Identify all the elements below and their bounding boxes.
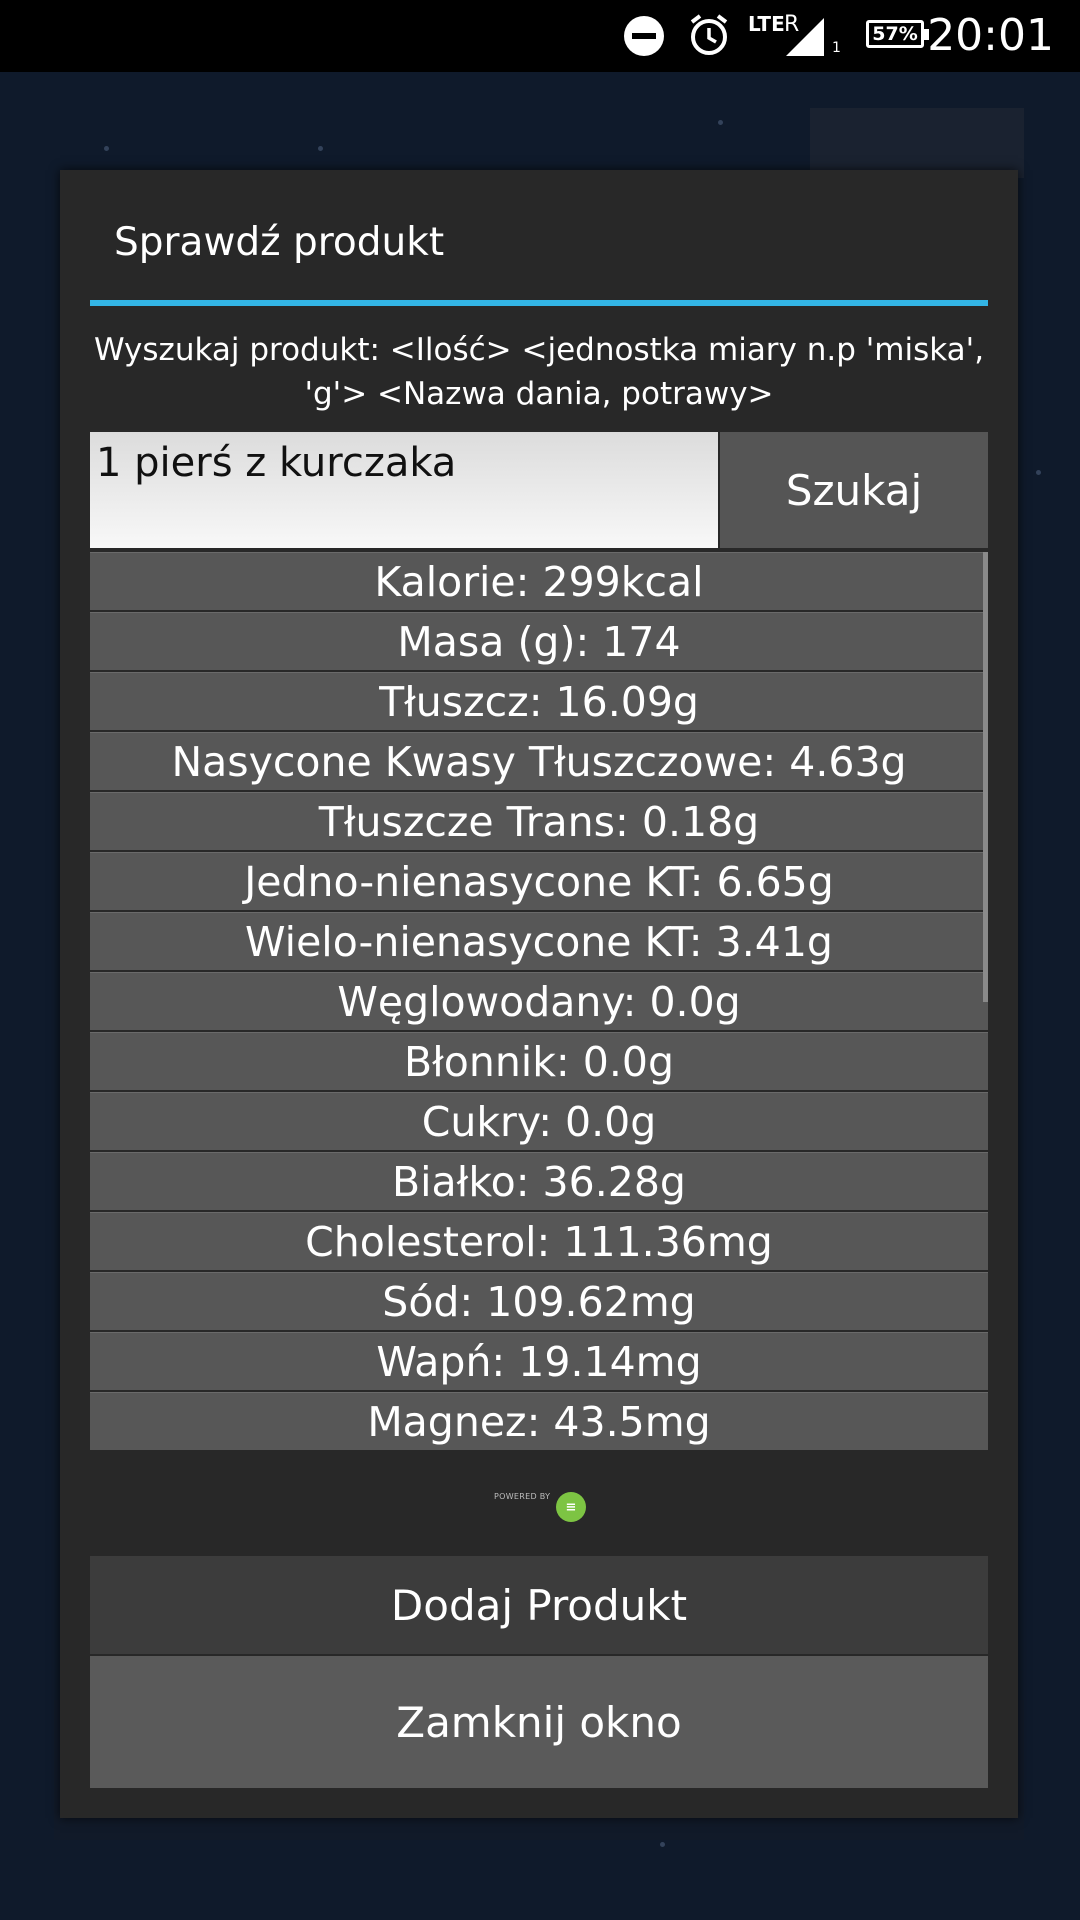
search-instructions: Wyszukaj produkt: <Ilość> <jednostka mia… bbox=[93, 332, 985, 412]
background-dot bbox=[660, 1842, 665, 1847]
signal-icon bbox=[786, 18, 824, 56]
search-button[interactable]: Szukaj bbox=[720, 432, 988, 548]
list-item: Wielo-nienasycone KT: 3.41g bbox=[90, 912, 988, 970]
list-item: Błonnik: 0.0g bbox=[90, 1032, 988, 1090]
background-dot bbox=[318, 146, 323, 151]
nutrition-results-list[interactable]: Kalorie: 299kcal Masa (g): 174 Tłuszcz: … bbox=[90, 552, 988, 1450]
provider-logo-icon: ≡ bbox=[556, 1492, 586, 1522]
list-item: Magnez: 43.5mg bbox=[90, 1392, 988, 1450]
list-item: Cholesterol: 111.36mg bbox=[90, 1212, 988, 1270]
alarm-icon bbox=[690, 14, 728, 55]
check-product-dialog: Sprawdź produkt Wyszukaj produkt: <Ilość… bbox=[60, 170, 1018, 1818]
list-item: Jedno-nienasycone KT: 6.65g bbox=[90, 852, 988, 910]
list-scrollbar[interactable] bbox=[983, 552, 988, 1002]
list-item: Masa (g): 174 bbox=[90, 612, 988, 670]
list-item: Węglowodany: 0.0g bbox=[90, 972, 988, 1030]
clock: 20:01 bbox=[927, 10, 1054, 61]
battery-icon: 57% bbox=[866, 20, 929, 48]
background-dot bbox=[1036, 470, 1041, 475]
do-not-disturb-icon bbox=[624, 16, 664, 56]
add-product-button[interactable]: Dodaj Produkt bbox=[90, 1556, 988, 1654]
powered-by-label: POWERED BY bbox=[494, 1492, 551, 1501]
background-dot bbox=[104, 146, 109, 151]
title-divider bbox=[90, 300, 988, 306]
background-app bbox=[810, 108, 1024, 178]
list-item: Cukry: 0.0g bbox=[90, 1092, 988, 1150]
network-type: LTE bbox=[748, 12, 785, 36]
list-item: Kalorie: 299kcal bbox=[90, 552, 988, 610]
list-item: Białko: 36.28g bbox=[90, 1152, 988, 1210]
sim-slot-label: 1 bbox=[832, 40, 841, 56]
product-search-input[interactable]: 1 pierś z kurczaka bbox=[90, 432, 718, 548]
list-item: Sód: 109.62mg bbox=[90, 1272, 988, 1330]
background-dot bbox=[718, 120, 723, 125]
list-item: Tłuszcze Trans: 0.18g bbox=[90, 792, 988, 850]
status-bar: LTE R 1 57% 20:01 bbox=[0, 0, 1080, 72]
battery-level: 57% bbox=[872, 23, 918, 45]
list-item: Tłuszcz: 16.09g bbox=[90, 672, 988, 730]
close-window-button[interactable]: Zamknij okno bbox=[90, 1656, 988, 1788]
dialog-title: Sprawdź produkt bbox=[114, 220, 445, 265]
list-item: Nasycone Kwasy Tłuszczowe: 4.63g bbox=[90, 732, 988, 790]
list-item: Wapń: 19.14mg bbox=[90, 1332, 988, 1390]
